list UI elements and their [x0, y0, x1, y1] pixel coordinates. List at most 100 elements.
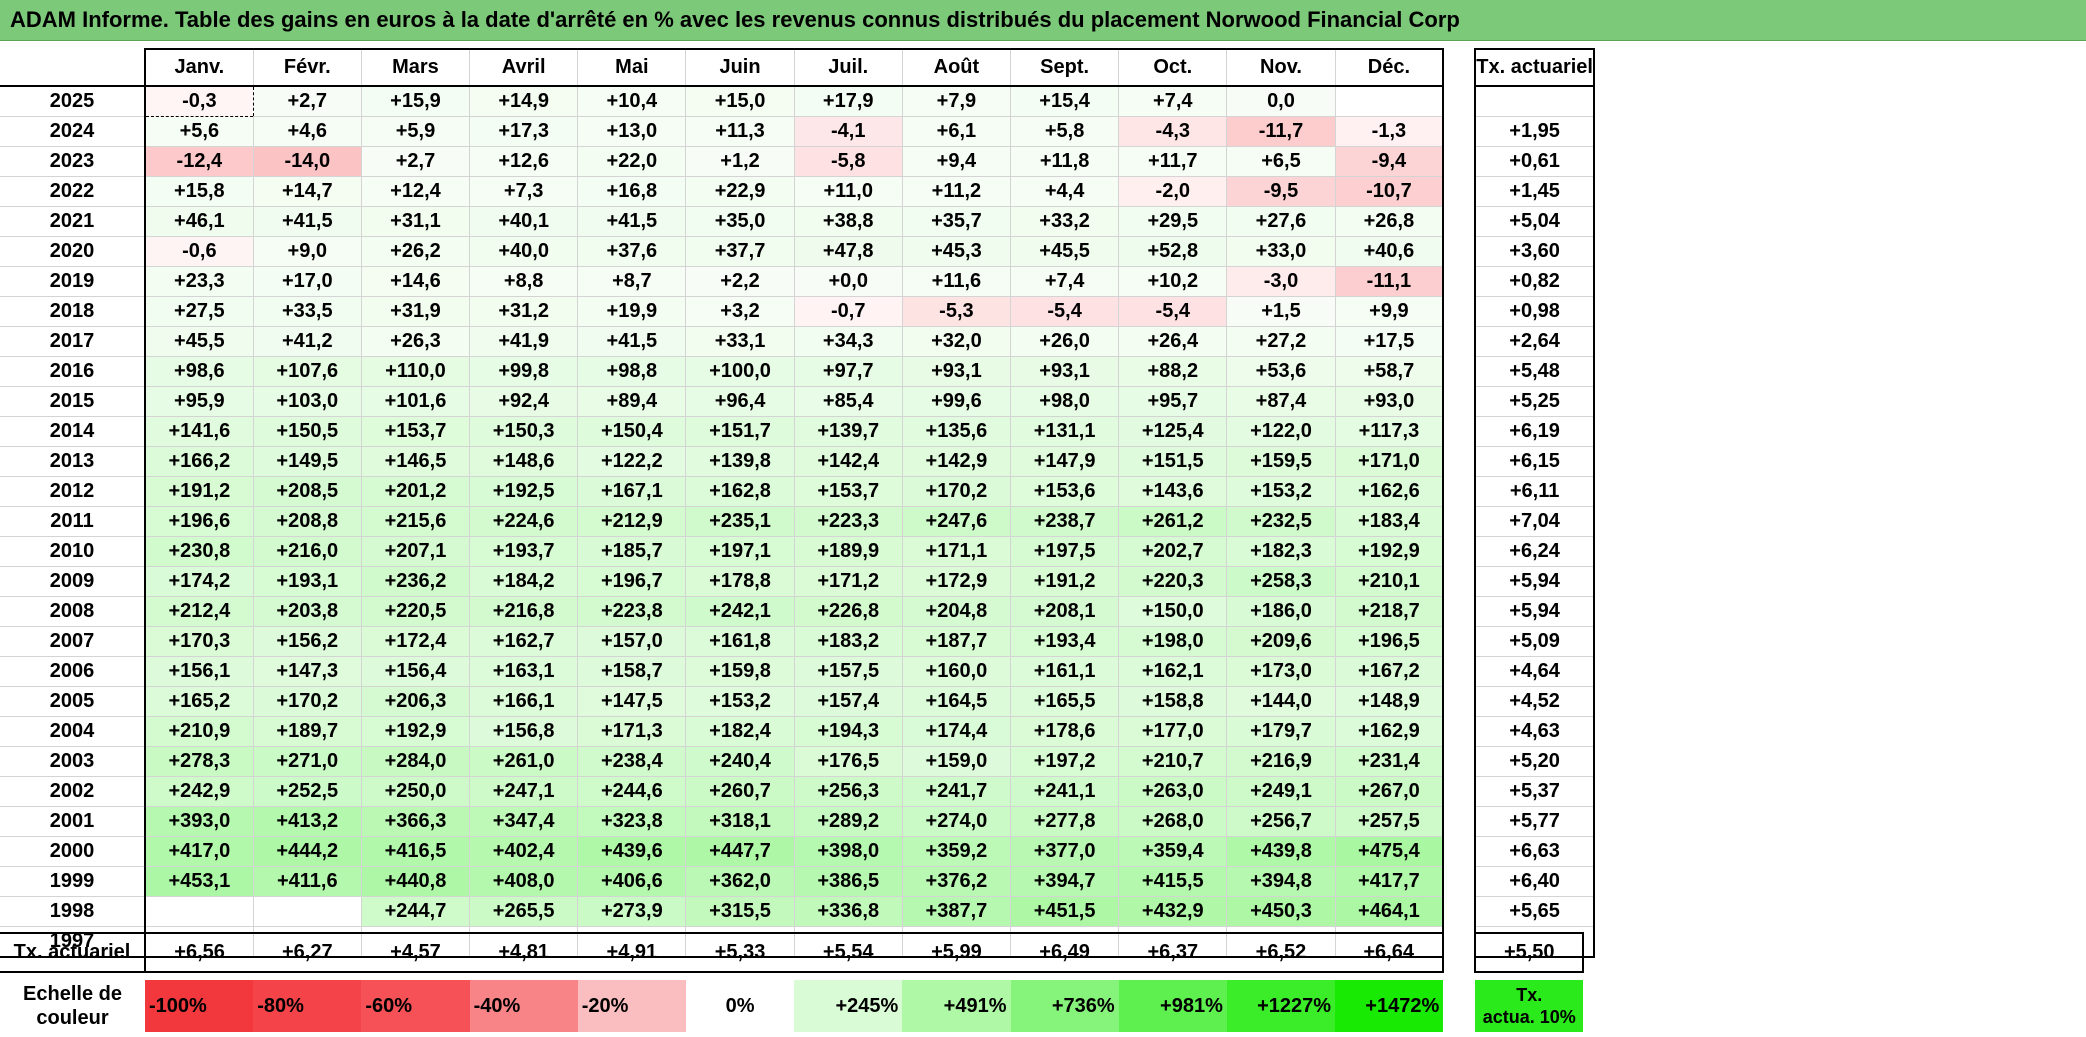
gain-cell: +207,1 [361, 536, 471, 567]
gain-cell: +17,9 [794, 86, 903, 117]
gain-cell: +17,5 [1335, 326, 1445, 357]
year-rate: +5,09 [1474, 626, 1595, 657]
year-row: 2001 +393,0 +413,2 +366,3 +347,4 +323,8 +318,1… [0, 806, 1595, 837]
gain-cell: +9,9 [1335, 296, 1445, 327]
overall-rate: +5,50 [1474, 932, 1585, 973]
gain-cell: +95,7 [1118, 386, 1228, 417]
gain-cell: +32,0 [902, 326, 1012, 357]
scale-step: -40% [469, 980, 578, 1032]
gain-cell: +157,4 [794, 686, 903, 717]
year-row: 2006 +156,1 +147,3 +156,4 +163,1 +158,7 +159,8… [0, 656, 1595, 687]
gain-cell: +210,9 [145, 716, 254, 747]
gain-cell: +208,5 [253, 476, 362, 507]
gain-cell: +411,6 [253, 866, 362, 897]
gap-cell [1443, 896, 1476, 927]
gap-cell [1443, 686, 1476, 717]
gain-cell: +156,8 [469, 716, 579, 747]
gain-cell: +223,8 [577, 596, 687, 627]
year-label: 2006 [0, 656, 146, 687]
gain-cell: +464,1 [1335, 896, 1445, 927]
month-header-1: Janv. [145, 48, 254, 87]
gain-cell: +386,5 [794, 866, 903, 897]
annual-rate-footer: Tx. actuariel +6,56 +6,27 +4,57 +4,81 +4,91 +5… [0, 932, 1585, 973]
gain-cell: +5,9 [361, 116, 471, 147]
scale-step: +491% [902, 980, 1011, 1032]
gain-cell: +17,3 [469, 116, 579, 147]
gain-cell: +141,6 [145, 416, 254, 447]
gain-cell: +122,2 [577, 446, 687, 477]
year-row: 2022 +15,8 +14,7 +12,4 +7,3 +16,8 +22,9 +11,0 +1… [0, 176, 1595, 207]
gain-cell: +161,1 [1010, 656, 1120, 687]
gap-cell [1443, 49, 1476, 86]
year-rate: +5,48 [1474, 356, 1595, 387]
month-rate: +5,99 [902, 932, 1011, 973]
gain-cell: +5,6 [145, 116, 254, 147]
gain-cell: +41,5 [253, 206, 362, 237]
gain-cell: +223,3 [794, 506, 903, 537]
gain-cell: +249,1 [1226, 776, 1336, 807]
gain-cell: +34,3 [794, 326, 903, 357]
gain-cell: +11,8 [1010, 146, 1120, 177]
gain-cell: +203,8 [253, 596, 362, 627]
gain-cell: +394,8 [1226, 866, 1336, 897]
gain-cell: +359,2 [902, 836, 1012, 867]
gain-cell: +171,0 [1335, 446, 1445, 477]
gain-cell: +88,2 [1118, 356, 1228, 387]
month-rate: +6,27 [253, 932, 362, 973]
gain-cell: +153,7 [794, 476, 903, 507]
rate-10-legend: Tx. actua. 10% [1475, 980, 1584, 1032]
gain-cell: +101,6 [361, 386, 471, 417]
gain-cell: +125,4 [1118, 416, 1228, 447]
gain-cell: +196,7 [577, 566, 687, 597]
month-header-row: Janv. Févr. Mars Avril Mai Juin Juil. Août Sept.… [0, 48, 1595, 87]
gain-cell: +362,0 [685, 866, 795, 897]
footer-row: Tx. actuariel +6,56 +6,27 +4,57 +4,81 +4,91 +5… [0, 932, 1585, 973]
gain-cell: +41,9 [469, 326, 579, 357]
gain-cell: +204,8 [902, 596, 1012, 627]
gain-cell: +185,7 [577, 536, 687, 567]
month-rate: +5,54 [794, 932, 903, 973]
year-label: 1999 [0, 866, 146, 897]
gain-cell: +122,0 [1226, 416, 1336, 447]
gain-cell: +238,4 [577, 746, 687, 777]
gain-cell: +416,5 [361, 836, 471, 867]
gap-cell [1443, 416, 1476, 447]
gain-cell: +87,4 [1226, 386, 1336, 417]
gain-cell: +193,1 [253, 566, 362, 597]
year-label: 2017 [0, 326, 146, 357]
gap-cell [1443, 116, 1476, 147]
month-header-4: Avril [469, 48, 579, 87]
gain-cell: +197,1 [685, 536, 795, 567]
gain-cell: +192,9 [361, 716, 471, 747]
gain-cell: +218,7 [1335, 596, 1445, 627]
gain-cell: +4,6 [253, 116, 362, 147]
gain-cell: +187,7 [902, 626, 1012, 657]
year-label: 2023 [0, 146, 146, 177]
gain-cell: +432,9 [1118, 896, 1228, 927]
gain-cell: +202,7 [1118, 536, 1228, 567]
gain-cell: +216,8 [469, 596, 579, 627]
month-header-11: Nov. [1226, 48, 1336, 87]
gain-cell: +100,0 [685, 356, 795, 387]
gain-cell: -11,7 [1226, 116, 1336, 147]
gain-cell: -5,3 [902, 296, 1012, 327]
gain-cell: +161,8 [685, 626, 795, 657]
year-label: 2025 [0, 86, 146, 117]
year-row: 2017 +45,5 +41,2 +26,3 +41,9 +41,5 +33,1 +34,3 +… [0, 326, 1595, 357]
gain-cell: +451,5 [1010, 896, 1120, 927]
year-row: 1998 +244,7 +265,5 +273,9 +315,5 +336,8 +387,7… [0, 896, 1595, 927]
gain-cell: +131,1 [1010, 416, 1120, 447]
gain-cell: +159,5 [1226, 446, 1336, 477]
year-row: 2002 +242,9 +252,5 +250,0 +247,1 +244,6 +260,7… [0, 776, 1595, 807]
gap-cell [1443, 206, 1476, 237]
year-label: 2002 [0, 776, 146, 807]
gain-cell: +153,6 [1010, 476, 1120, 507]
year-rate: +5,94 [1474, 596, 1595, 627]
gain-cell: +439,8 [1226, 836, 1336, 867]
gap-cell [1443, 176, 1476, 207]
month-header-7: Juil. [794, 48, 903, 87]
gains-table: Janv. Févr. Mars Avril Mai Juin Juil. Août Sept.… [0, 48, 1595, 958]
year-rate: +5,94 [1474, 566, 1595, 597]
color-scale-legend: Echelle de couleur -100% -80% -60% -40% -20% 0%… [0, 980, 1584, 1032]
legend-line: actua. 10% [1482, 1007, 1576, 1027]
